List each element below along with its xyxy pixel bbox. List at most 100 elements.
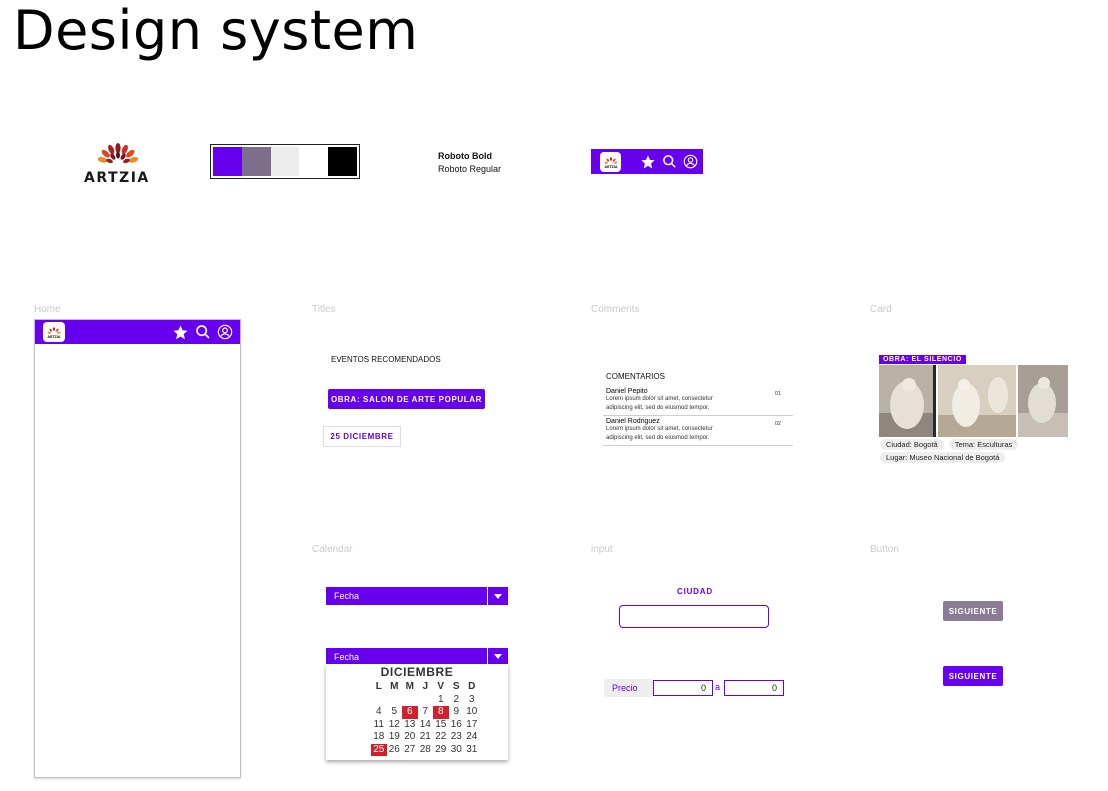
calendar-day[interactable]: 6 xyxy=(402,706,418,719)
card-gallery[interactable] xyxy=(879,365,1068,437)
section-label-button: Button xyxy=(870,544,899,555)
calendar-blank xyxy=(418,694,434,707)
search-icon[interactable] xyxy=(662,154,677,169)
logo-wordmark: ARTZIA xyxy=(84,170,150,186)
logo-mark-icon: ARTZIA xyxy=(603,156,617,169)
comments-panel: COMENTARIOS Daniel Pepito Lorem ipsum do… xyxy=(603,370,793,446)
chip-place[interactable]: Lugar: Museo Nacional de Bogotá xyxy=(880,452,1006,463)
calendar-blank xyxy=(402,694,418,707)
user-icon[interactable] xyxy=(217,324,233,340)
logo-mark-icon xyxy=(97,143,139,164)
swatch-black xyxy=(328,147,357,176)
nav-icons xyxy=(172,324,233,341)
comment-body: Lorem ipsum dolor sit amet, consectetur … xyxy=(606,396,713,411)
swatch-light-gray xyxy=(270,147,300,176)
card-chips-row: Ciudad: Bogotá Tema: Esculturas xyxy=(880,439,1019,450)
comment-number: 01 xyxy=(774,391,781,397)
star-icon[interactable] xyxy=(172,324,189,341)
calendar-blank xyxy=(371,694,387,707)
card-label: OBRA: EL SILENCIO xyxy=(879,355,966,364)
price-separator: a xyxy=(715,682,721,692)
nav-logo[interactable]: ARTZIA xyxy=(43,322,65,342)
user-icon[interactable] xyxy=(683,154,698,169)
price-label: Precio xyxy=(604,679,653,697)
logo-mark-icon: ARTZIA xyxy=(47,327,61,339)
calendar-day[interactable]: 8 xyxy=(433,706,449,719)
chevron-down-icon[interactable] xyxy=(487,648,508,665)
date-dropdown[interactable]: Fecha xyxy=(326,587,508,605)
chevron-down-icon[interactable] xyxy=(487,587,508,605)
search-icon[interactable] xyxy=(195,324,211,340)
dropdown-label: Fecha xyxy=(334,591,360,601)
date-dropdown-open[interactable]: Fecha xyxy=(326,648,508,665)
sculpture-image xyxy=(938,365,1016,437)
calendar-popup: DICIEMBRE L M M J V S D 1 2 3 4 5 6 7 8 9 10 11 12 13 14 15 16… xyxy=(326,664,508,760)
calendar-day[interactable]: 29 xyxy=(433,744,449,757)
chip-theme[interactable]: Tema: Esculturas xyxy=(948,439,1019,450)
calendar-day[interactable]: 4 xyxy=(371,706,387,719)
calendar-day[interactable]: 16 xyxy=(449,719,465,732)
calendar-day[interactable]: 3 xyxy=(464,694,480,707)
next-button-disabled[interactable]: SIGUIENTE xyxy=(943,601,1003,621)
svg-text:ARTZIA: ARTZIA xyxy=(48,335,61,339)
event-primary-button[interactable]: OBRA: SALON DE ARTE POPULAR xyxy=(328,389,485,409)
price-to-input[interactable]: 0 xyxy=(724,680,784,696)
svg-text:ARTZIA: ARTZIA xyxy=(604,165,617,169)
calendar-day[interactable]: 14 xyxy=(418,719,434,732)
calendar-day[interactable]: 20 xyxy=(402,731,418,744)
calendar-day[interactable]: 7 xyxy=(418,706,434,719)
comment-item: Daniel Rodriguez Lorem ipsum dolor sit a… xyxy=(603,416,793,446)
navbar-sample: ARTZIA xyxy=(591,149,703,174)
nav-logo[interactable]: ARTZIA xyxy=(600,151,621,172)
calendar-day[interactable]: 26 xyxy=(387,744,403,757)
calendar-day[interactable]: 31 xyxy=(464,744,480,757)
home-navbar: ARTZIA xyxy=(35,320,240,344)
calendar-day[interactable]: 21 xyxy=(418,731,434,744)
font-bold-sample: Roboto Bold xyxy=(438,151,492,161)
calendar-day[interactable]: 5 xyxy=(387,706,403,719)
calendar-day[interactable]: 9 xyxy=(449,706,465,719)
calendar-day[interactable]: 27 xyxy=(402,744,418,757)
section-label-home: Home xyxy=(34,304,61,315)
weekday-label: L xyxy=(375,681,382,692)
dropdown-label: Fecha xyxy=(334,651,360,662)
comments-heading: COMENTARIOS xyxy=(606,372,665,381)
comment-body: Lorem ipsum dolor sit amet, consectetur … xyxy=(606,426,713,441)
next-button[interactable]: SIGUIENTE xyxy=(943,666,1003,686)
comment-author: Daniel Rodriguez xyxy=(606,418,660,425)
city-input[interactable] xyxy=(619,605,769,628)
comment-item: Daniel Pepito Lorem ipsum dolor sit amet… xyxy=(603,386,793,416)
calendar-day[interactable]: 11 xyxy=(371,719,387,732)
calendar-day[interactable]: 19 xyxy=(387,731,403,744)
swatch-secondary xyxy=(241,147,271,176)
swatch-primary xyxy=(213,147,242,176)
calendar-day[interactable]: 28 xyxy=(418,744,434,757)
section-label-input: input xyxy=(591,544,613,555)
calendar-day[interactable]: 10 xyxy=(464,706,480,719)
calendar-day[interactable]: 17 xyxy=(464,719,480,732)
weekday-label: D xyxy=(468,681,476,692)
chip-city[interactable]: Ciudad: Bogotá xyxy=(880,439,944,450)
calendar-day[interactable]: 13 xyxy=(402,719,418,732)
weekday-label: S xyxy=(452,681,460,692)
calendar-day[interactable]: 24 xyxy=(464,731,480,744)
color-palette xyxy=(210,144,360,179)
calendar-day[interactable]: 25 xyxy=(371,743,387,756)
sculpture-image xyxy=(1018,365,1068,437)
date-button[interactable]: 25 DICIEMBRE xyxy=(323,426,401,447)
calendar-day[interactable]: 18 xyxy=(371,731,387,744)
calendar-day[interactable]: 23 xyxy=(449,731,465,744)
calendar-day[interactable]: 12 xyxy=(387,719,403,732)
calendar-day[interactable]: 15 xyxy=(433,719,449,732)
calendar-day[interactable]: 30 xyxy=(449,744,465,757)
weekday-label: J xyxy=(422,681,429,692)
price-from-input[interactable]: 0 xyxy=(653,680,713,696)
calendar-day[interactable]: 2 xyxy=(449,694,465,707)
star-icon[interactable] xyxy=(640,154,656,170)
card-chips-row: Lugar: Museo Nacional de Bogotá xyxy=(880,452,1006,463)
comment-number: 02 xyxy=(774,421,781,427)
calendar-day[interactable]: 22 xyxy=(433,731,449,744)
page-title: Design system xyxy=(13,0,419,62)
calendar-grid: L M M J V S D 1 2 3 4 5 6 7 8 9 10 11 12 13 14 15 16 17 18 19 20 21… xyxy=(371,681,480,756)
calendar-day[interactable]: 1 xyxy=(433,694,449,707)
